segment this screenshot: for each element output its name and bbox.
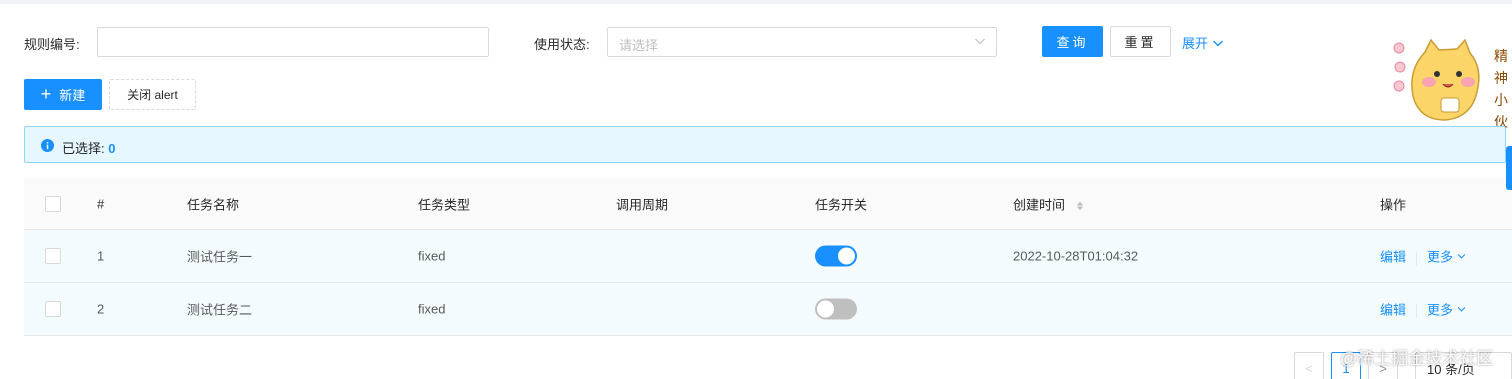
rule-no-input[interactable] (97, 27, 489, 57)
column-header-created[interactable]: 创建时间 (1013, 194, 1083, 213)
sticker-char: 神 (1494, 70, 1508, 86)
sticker-text: 精 神 小 伙 (1494, 46, 1512, 132)
chevron-down-icon (1457, 307, 1466, 312)
row-index: 1 (97, 248, 105, 264)
action-divider (1416, 251, 1418, 266)
side-scroll-handle[interactable] (1506, 146, 1512, 190)
task-toggle-switch[interactable] (815, 298, 857, 320)
column-header-index: # (97, 196, 105, 211)
top-strip (0, 0, 1512, 4)
status-select-placeholder: 请选择 (619, 38, 659, 53)
more-dropdown[interactable]: 更多 (1427, 247, 1466, 266)
row-actions: 编辑 更多 (1380, 247, 1466, 266)
row-task-type: fixed (418, 301, 446, 317)
status-select[interactable]: 请选择 (607, 27, 997, 57)
row-index: 2 (97, 301, 105, 317)
selected-count: 0 (108, 141, 116, 156)
new-button-label: 新建 (59, 88, 86, 103)
expand-link[interactable]: 展开 (1182, 33, 1224, 52)
selected-label: 已选择: (62, 141, 105, 156)
table-header: # 任务名称 任务类型 调用周期 任务开关 创建时间 操作 (24, 178, 1512, 230)
row-checkbox[interactable] (45, 301, 61, 317)
chevron-down-icon (975, 38, 985, 45)
column-header-type: 任务类型 (418, 197, 471, 212)
chevron-down-icon (1213, 40, 1224, 46)
sticker-char: 小 (1494, 92, 1508, 108)
status-label: 使用状态: (534, 37, 590, 52)
row-task-name: 测试任务二 (187, 302, 253, 318)
alert-text: 已选择: 0 (62, 138, 115, 157)
more-label: 更多 (1427, 249, 1454, 265)
sort-icon[interactable] (1076, 201, 1083, 211)
row-task-type: fixed (418, 248, 446, 264)
sticker-char: 精 (1494, 48, 1508, 64)
new-button[interactable]: + 新建 (24, 79, 102, 110)
expand-link-label: 展开 (1182, 36, 1209, 51)
more-dropdown[interactable]: 更多 (1427, 300, 1466, 319)
row-checkbox[interactable] (45, 248, 61, 264)
row-created-time: 2022-10-28T01:04:32 (1013, 248, 1139, 264)
column-header-name: 任务名称 (187, 197, 240, 212)
column-header-created-label: 创建时间 (1013, 197, 1066, 212)
rule-no-label: 规则编号: (24, 37, 80, 52)
query-button[interactable]: 查询 (1042, 26, 1103, 57)
row-task-name: 测试任务一 (187, 249, 253, 265)
reset-button[interactable]: 重置 (1110, 26, 1171, 57)
select-all-checkbox[interactable] (45, 195, 61, 212)
column-header-actions: 操作 (1380, 197, 1407, 212)
edit-link[interactable]: 编辑 (1380, 303, 1406, 318)
edit-link[interactable]: 编辑 (1380, 250, 1406, 265)
column-header-switch: 任务开关 (815, 197, 868, 212)
column-header-period: 调用周期 (616, 197, 669, 212)
watermark: @稀土掘金技术社区 (1340, 349, 1494, 368)
selection-alert: 已选择: 0 (24, 126, 1506, 163)
table-row: 1 测试任务一 fixed 2022-10-28T01:04:32 编辑 更多 (24, 230, 1512, 283)
chevron-down-icon (1457, 254, 1466, 259)
prev-page-button[interactable]: < (1294, 352, 1324, 379)
plus-icon: + (40, 83, 52, 104)
more-label: 更多 (1427, 302, 1454, 318)
task-toggle-switch[interactable] (815, 245, 857, 267)
row-actions: 编辑 更多 (1380, 300, 1466, 319)
action-divider (1416, 304, 1418, 319)
table-row: 2 测试任务二 fixed 编辑 更多 (24, 283, 1512, 336)
close-alert-button[interactable]: 关闭 alert (109, 79, 196, 110)
info-icon (41, 139, 54, 152)
